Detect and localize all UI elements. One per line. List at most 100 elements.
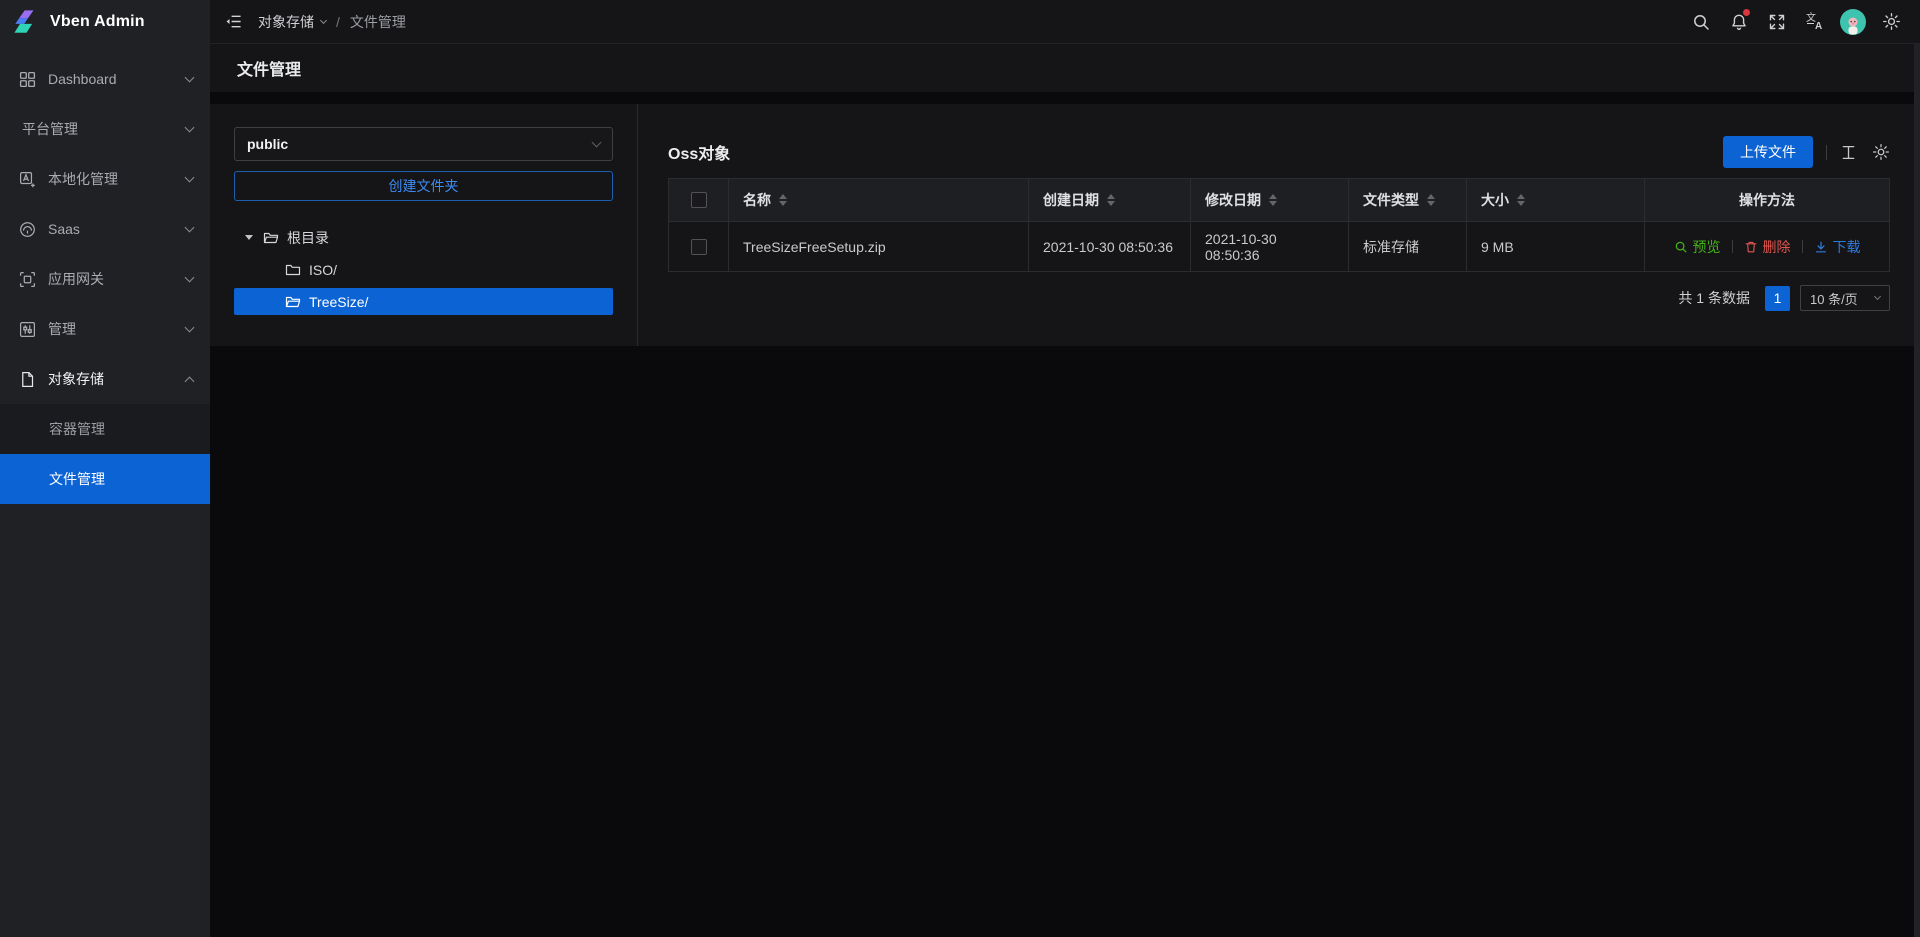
sidebar: Vben Admin Dashboard 平台管理 xyxy=(0,0,210,937)
delete-action[interactable]: 删除 xyxy=(1744,237,1791,257)
scrollbar[interactable] xyxy=(1914,44,1920,937)
page-title: 文件管理 xyxy=(237,56,301,80)
pagination-total: 共 1 条数据 xyxy=(1678,288,1750,308)
file-icon xyxy=(19,371,36,388)
oss-table: 名称 创建日期 修改日期 文件类型 xyxy=(668,178,1890,272)
cell-filetype: 标准存储 xyxy=(1349,222,1467,271)
cell-created: 2021-10-30 08:50:36 xyxy=(1029,222,1191,271)
tree-node-label: ISO/ xyxy=(309,262,337,278)
tree-node-treesize[interactable]: TreeSize/ xyxy=(234,288,613,315)
sidebar-item-dashboard[interactable]: Dashboard xyxy=(0,54,210,104)
sidebar-item-file-management[interactable]: 文件管理 xyxy=(0,454,210,504)
sort-icon[interactable] xyxy=(1107,194,1115,206)
tree-node-iso[interactable]: ISO/ xyxy=(234,256,613,283)
cell-name: TreeSizeFreeSetup.zip xyxy=(729,222,1029,271)
sidebar-item-object-storage[interactable]: 对象存储 xyxy=(0,354,210,404)
sidebar-item-locale[interactable]: 本地化管理 xyxy=(0,154,210,204)
row-checkbox-cell xyxy=(669,222,729,271)
sidebar-item-label: 平台管理 xyxy=(22,119,186,139)
user-avatar-image xyxy=(1840,9,1866,35)
sidebar-item-label: 本地化管理 xyxy=(48,169,186,189)
notification-badge xyxy=(1743,9,1750,16)
gateway-icon xyxy=(19,271,36,288)
select-all-checkbox[interactable] xyxy=(691,192,707,208)
bucket-select-value: public xyxy=(247,136,288,152)
column-header-size[interactable]: 大小 xyxy=(1467,179,1645,222)
sidebar-submenu-object-storage: 容器管理 文件管理 xyxy=(0,404,210,504)
caret-down-icon[interactable] xyxy=(245,235,253,240)
breadcrumb: 对象存储 / 文件管理 xyxy=(258,12,406,32)
bell-icon[interactable] xyxy=(1720,0,1758,44)
pagination-page-1[interactable]: 1 xyxy=(1765,286,1790,311)
svg-text:A: A xyxy=(1815,21,1822,31)
sidebar-item-container-management[interactable]: 容器管理 xyxy=(0,404,210,454)
column-header-actions: 操作方法 xyxy=(1645,179,1889,222)
sidebar-item-label: 对象存储 xyxy=(48,369,186,389)
breadcrumb-file-management[interactable]: 文件管理 xyxy=(350,12,406,32)
chevron-down-icon xyxy=(185,73,195,83)
chevron-down-icon xyxy=(185,173,195,183)
sort-icon[interactable] xyxy=(1427,194,1435,206)
action-separator xyxy=(1802,240,1803,253)
sort-icon[interactable] xyxy=(1517,194,1525,206)
tree-node-label: 根目录 xyxy=(287,228,329,248)
tree-node-root[interactable]: 根目录 xyxy=(234,224,613,251)
download-icon xyxy=(1814,240,1828,254)
header-left: 对象存储 / 文件管理 xyxy=(225,12,406,32)
preview-action[interactable]: 预览 xyxy=(1674,237,1721,257)
folder-open-icon xyxy=(285,294,301,310)
gear-icon[interactable] xyxy=(1872,0,1910,44)
chevron-down-icon xyxy=(185,223,195,233)
content-card: public 创建文件夹 根目录 xyxy=(210,104,1914,346)
sidebar-item-label: Saas xyxy=(48,221,186,237)
app-root: Vben Admin Dashboard 平台管理 xyxy=(0,0,1920,937)
select-all-header-cell xyxy=(669,179,729,222)
chevron-down-icon xyxy=(185,323,195,333)
menu-fold-icon[interactable] xyxy=(225,13,242,30)
column-header-filetype[interactable]: 文件类型 xyxy=(1349,179,1467,222)
table-settings-gear-icon[interactable] xyxy=(1872,143,1890,161)
row-height-icon[interactable] xyxy=(1840,144,1857,161)
sliders-icon xyxy=(19,321,36,338)
sidebar-item-label: 管理 xyxy=(48,319,186,339)
sidebar-item-label: Dashboard xyxy=(48,71,186,87)
search-icon[interactable] xyxy=(1682,0,1720,44)
oss-toolbar-actions: 上传文件 xyxy=(1723,136,1890,168)
toolbar-divider xyxy=(1826,145,1827,160)
cell-actions: 预览 删除 xyxy=(1645,222,1889,271)
sidebar-item-platform[interactable]: 平台管理 xyxy=(0,104,210,154)
chevron-down-icon xyxy=(592,138,602,148)
magnifier-icon xyxy=(1674,240,1688,254)
column-header-name[interactable]: 名称 xyxy=(729,179,1029,222)
top-header: 对象存储 / 文件管理 xyxy=(210,0,1920,44)
bucket-select[interactable]: public xyxy=(234,127,613,161)
cell-size: 9 MB xyxy=(1467,222,1645,271)
download-action[interactable]: 下载 xyxy=(1814,237,1861,257)
oss-title: Oss对象 xyxy=(668,140,730,164)
app-logo[interactable]: Vben Admin xyxy=(0,0,210,44)
column-header-created[interactable]: 创建日期 xyxy=(1029,179,1191,222)
sidebar-item-admin[interactable]: 管理 xyxy=(0,304,210,354)
chevron-down-icon xyxy=(1874,293,1881,300)
bucket-tree-panel: public 创建文件夹 根目录 xyxy=(210,104,638,346)
translate-icon[interactable]: 文 A xyxy=(1796,0,1834,44)
sort-icon[interactable] xyxy=(779,194,787,206)
upload-file-button[interactable]: 上传文件 xyxy=(1723,136,1813,168)
column-header-modified[interactable]: 修改日期 xyxy=(1191,179,1349,222)
page-size-select[interactable]: 10 条/页 xyxy=(1800,285,1890,311)
app-title: Vben Admin xyxy=(50,13,145,31)
avatar[interactable] xyxy=(1834,0,1872,44)
sort-icon[interactable] xyxy=(1269,194,1277,206)
sidebar-item-label: 应用网关 xyxy=(48,269,186,289)
page-size-value: 10 条/页 xyxy=(1810,289,1858,308)
sidebar-item-gateway[interactable]: 应用网关 xyxy=(0,254,210,304)
sidebar-item-label: 文件管理 xyxy=(49,469,105,489)
create-folder-button[interactable]: 创建文件夹 xyxy=(234,171,613,201)
sidebar-item-saas[interactable]: Saas xyxy=(0,204,210,254)
logo-icon xyxy=(13,8,41,36)
row-checkbox[interactable] xyxy=(691,239,707,255)
fullscreen-icon[interactable] xyxy=(1758,0,1796,44)
folder-icon xyxy=(285,262,301,278)
locale-icon xyxy=(19,171,36,188)
breadcrumb-object-storage[interactable]: 对象存储 xyxy=(258,12,326,32)
